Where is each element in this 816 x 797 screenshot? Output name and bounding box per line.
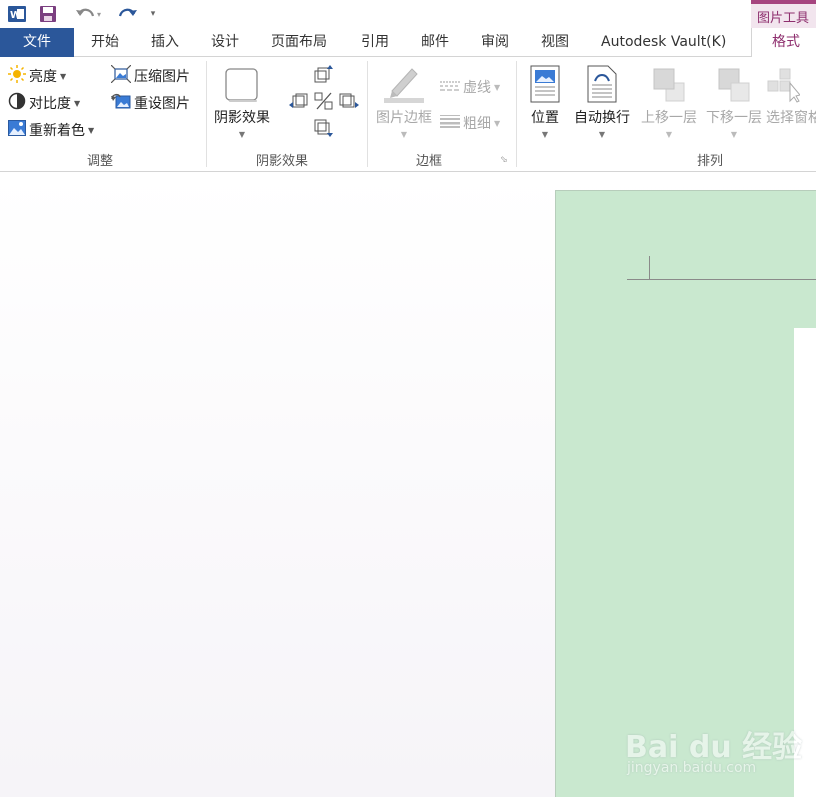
recolor-label: 重新着色 xyxy=(29,123,85,139)
shadow-effects-label: 阴影效果 xyxy=(214,110,270,126)
wrap-text-icon xyxy=(587,63,617,103)
dropdown-arrow-icon: ▼ xyxy=(494,118,501,128)
recolor-button[interactable]: 重新着色 ▼ xyxy=(8,119,94,141)
position-icon xyxy=(530,63,560,103)
pencil-icon xyxy=(384,63,424,103)
shadow-square-icon xyxy=(224,63,260,103)
nudge-down-icon xyxy=(313,119,333,141)
tab-autodesk-vault[interactable]: Autodesk Vault(K) xyxy=(601,28,726,57)
compress-icon xyxy=(110,64,132,87)
redo-icon[interactable] xyxy=(114,3,140,25)
tab-home[interactable]: 开始 xyxy=(91,28,119,57)
tab-page-layout[interactable]: 页面布局 xyxy=(271,28,327,57)
recolor-icon xyxy=(8,119,26,141)
group-label-border: 边框 xyxy=(416,154,443,169)
reset-picture-button[interactable]: 重设图片 xyxy=(111,92,190,114)
dropdown-arrow-icon: ▼ xyxy=(665,130,673,139)
document-area[interactable] xyxy=(0,172,816,797)
group-divider xyxy=(206,61,207,167)
position-label: 位置 xyxy=(531,110,559,126)
nudge-shadow-down-button[interactable] xyxy=(313,119,333,141)
sun-icon xyxy=(8,65,26,87)
tab-references[interactable]: 引用 xyxy=(361,28,389,57)
dropdown-arrow-icon: ▼ xyxy=(730,130,738,139)
wrap-text-label: 自动换行 xyxy=(574,110,630,126)
save-icon[interactable] xyxy=(37,3,59,25)
group-label-arrange: 排列 xyxy=(697,154,724,169)
bring-forward-label: 上移一层 xyxy=(641,110,697,126)
group-label-shadow: 阴影效果 xyxy=(256,154,309,169)
position-button[interactable]: 位置 ▼ xyxy=(527,63,563,139)
nudge-shadow-right-button[interactable] xyxy=(339,91,359,113)
bring-forward-icon xyxy=(652,63,686,103)
svg-text:W: W xyxy=(10,10,21,21)
weight-button[interactable]: 粗细 ▼ xyxy=(440,113,500,133)
compress-label: 压缩图片 xyxy=(134,69,190,85)
tab-view[interactable]: 视图 xyxy=(541,28,569,57)
selection-pane-icon xyxy=(766,63,800,103)
shadow-toggle-icon xyxy=(314,92,334,114)
dialog-launcher-icon[interactable]: ⬂ xyxy=(500,155,508,165)
tab-mailings[interactable]: 邮件 xyxy=(421,28,449,57)
tab-insert[interactable]: 插入 xyxy=(151,28,179,57)
reset-picture-label: 重设图片 xyxy=(134,96,190,112)
compress-pictures-button[interactable]: 压缩图片 xyxy=(110,64,190,87)
dropdown-arrow-icon: ▼ xyxy=(494,82,501,92)
baidu-watermark: Bai du 经验 jingyan.baidu.com xyxy=(625,708,802,788)
selection-pane-button[interactable]: 选择窗格 xyxy=(766,63,816,127)
reset-picture-icon xyxy=(111,92,131,114)
dropdown-arrow-icon: ▼ xyxy=(400,130,408,139)
nudge-right-icon xyxy=(339,91,359,113)
dropdown-arrow-icon: ▼ xyxy=(238,130,246,139)
brightness-label: 亮度 xyxy=(29,69,57,85)
dropdown-arrow-icon: ▼ xyxy=(74,98,81,108)
dashes-button[interactable]: 虚线 ▼ xyxy=(440,77,500,97)
shadow-effects-button[interactable]: 阴影效果 ▼ xyxy=(211,63,273,139)
send-backward-button[interactable]: 下移一层 ▼ xyxy=(702,63,766,139)
ribbon: 亮度 ▼ 对比度 ▼ 重新着色 ▼ 压缩图片 重设图片 调整 阴影效果 ▼ 阴影… xyxy=(0,57,816,172)
brightness-button[interactable]: 亮度 ▼ xyxy=(8,65,66,87)
group-divider xyxy=(367,61,368,167)
nudge-up-icon xyxy=(313,65,333,87)
send-backward-label: 下移一层 xyxy=(706,110,762,126)
dashes-label: 虚线 xyxy=(463,80,491,96)
group-divider xyxy=(516,61,517,167)
ribbon-tabs: 文件 开始 插入 设计 页面布局 引用 邮件 审阅 视图 Autodesk Va… xyxy=(0,28,816,58)
dashes-icon xyxy=(440,79,460,95)
watermark-url: jingyan.baidu.com xyxy=(627,760,757,776)
context-tab-group-label: 图片工具 xyxy=(751,0,816,28)
selection-pane-label: 选择窗格 xyxy=(766,110,816,126)
picture-border-button[interactable]: 图片边框 ▼ xyxy=(372,63,436,139)
wrap-text-button[interactable]: 自动换行 ▼ xyxy=(570,63,634,139)
dropdown-arrow-icon: ▼ xyxy=(60,71,67,81)
tab-review[interactable]: 审阅 xyxy=(481,28,509,57)
dropdown-arrow-icon: ▼ xyxy=(598,130,606,139)
nudge-left-icon xyxy=(289,91,309,113)
line-weight-icon xyxy=(440,114,460,132)
page-background[interactable] xyxy=(555,190,816,797)
page-corner-mark xyxy=(627,279,816,280)
tab-file[interactable]: 文件 xyxy=(0,28,74,57)
weight-label: 粗细 xyxy=(463,116,491,132)
dropdown-arrow-icon: ▼ xyxy=(541,130,549,139)
picture-border-label: 图片边框 xyxy=(376,110,432,126)
tab-format[interactable]: 格式 xyxy=(751,28,816,58)
group-label-adjust: 调整 xyxy=(87,154,114,169)
nudge-shadow-left-button[interactable] xyxy=(289,91,309,113)
contrast-icon xyxy=(8,92,26,114)
shadow-toggle-button[interactable] xyxy=(314,92,334,114)
customize-arrow-icon[interactable]: ▾ xyxy=(146,3,160,25)
send-backward-icon xyxy=(717,63,751,103)
dropdown-arrow-icon: ▼ xyxy=(88,125,95,135)
page-corner-mark-vertical xyxy=(649,256,650,280)
contrast-label: 对比度 xyxy=(29,96,71,112)
bring-forward-button[interactable]: 上移一层 ▼ xyxy=(637,63,701,139)
word-icon[interactable]: W xyxy=(6,3,28,25)
tab-design[interactable]: 设计 xyxy=(211,28,239,57)
nudge-shadow-up-button[interactable] xyxy=(313,65,333,87)
undo-icon[interactable]: ▾ xyxy=(70,3,106,25)
quick-access-toolbar: W ▾ ▾ 图片工具 xyxy=(0,0,816,28)
contrast-button[interactable]: 对比度 ▼ xyxy=(8,92,80,114)
